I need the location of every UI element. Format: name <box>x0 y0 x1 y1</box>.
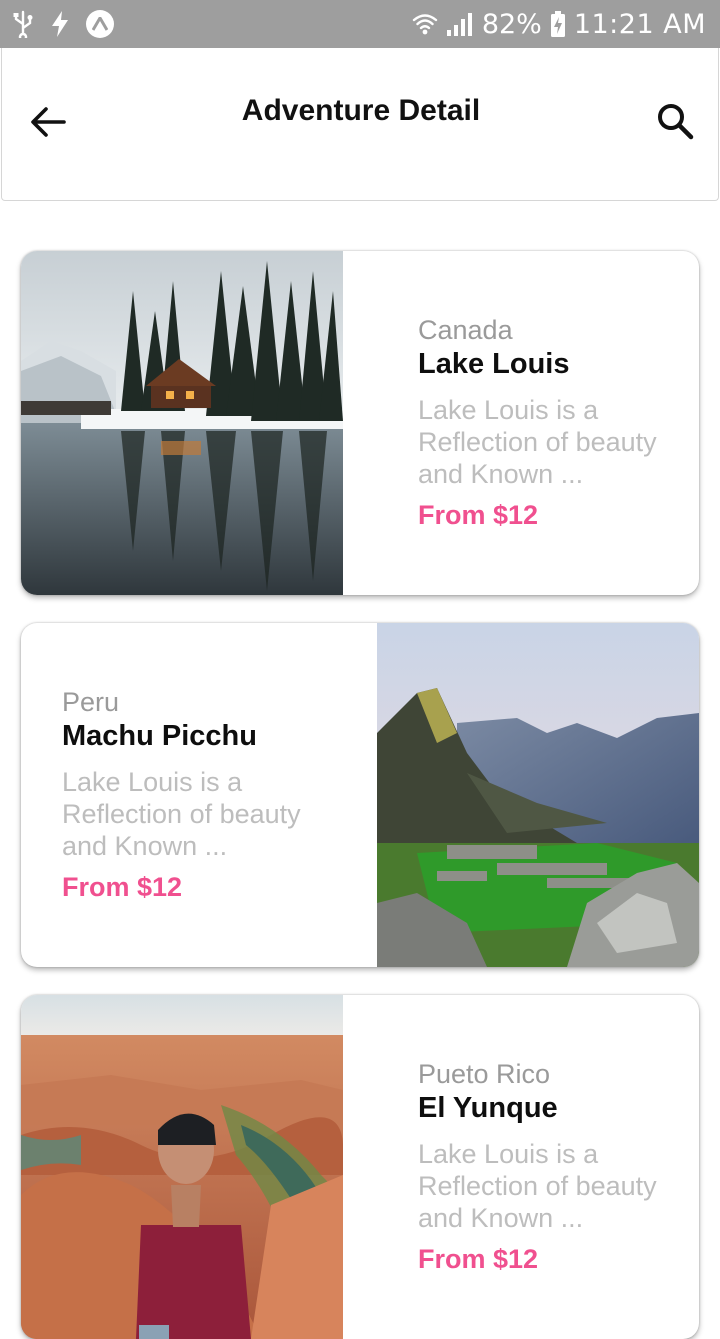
card-description: Lake Louis is a Reflection of beauty and… <box>62 767 301 861</box>
card-place-title: Machu Picchu <box>62 720 257 752</box>
card-country: Pueto Rico <box>418 1059 551 1089</box>
snowy-cabin-lake-image <box>21 251 343 595</box>
battery-charging-icon <box>550 11 565 37</box>
card-text: Pueto Rico El Yunque Lake Louis is a Ref… <box>418 995 699 1339</box>
card-country: Peru <box>62 687 120 717</box>
card-text: Canada Lake Louis Lake Louis is a Reflec… <box>418 251 699 595</box>
battery-percent: 82% <box>481 8 542 40</box>
card-description: Lake Louis is a Reflection of beauty and… <box>418 1139 657 1233</box>
card-text: Peru Machu Picchu Lake Louis is a Reflec… <box>62 623 362 967</box>
adventure-card[interactable]: Canada Lake Louis Lake Louis is a Reflec… <box>21 251 699 595</box>
card-price: From $12 <box>418 500 539 530</box>
card-place-title: Lake Louis <box>418 348 570 380</box>
canyon-man-sitting-image <box>21 995 343 1339</box>
usb-icon <box>13 10 33 38</box>
card-description: Lake Louis is a Reflection of beauty and… <box>418 395 657 489</box>
wifi-icon <box>412 14 438 35</box>
adventure-card[interactable]: Peru Machu Picchu Lake Louis is a Reflec… <box>21 623 699 967</box>
card-place-title: El Yunque <box>418 1092 558 1124</box>
a-app-icon <box>86 10 114 38</box>
page-title: Adventure Detail <box>241 94 481 127</box>
app-bar: Adventure Detail <box>1 48 719 201</box>
card-price: From $12 <box>62 872 183 902</box>
status-time: 11:21 AM <box>573 8 706 40</box>
adventure-card[interactable]: Pueto Rico El Yunque Lake Louis is a Ref… <box>21 995 699 1339</box>
flash-icon <box>52 11 68 37</box>
signal-icon <box>446 13 472 36</box>
search-icon <box>658 104 694 140</box>
card-price: From $12 <box>418 1244 539 1274</box>
machu-picchu-image <box>377 623 699 967</box>
card-country: Canada <box>418 315 513 345</box>
status-bar: 82% 11:21 AM <box>0 0 720 48</box>
status-left-icons <box>12 8 114 40</box>
search-button[interactable] <box>654 100 696 142</box>
status-right-icons: 82% 11:21 AM <box>412 6 706 42</box>
